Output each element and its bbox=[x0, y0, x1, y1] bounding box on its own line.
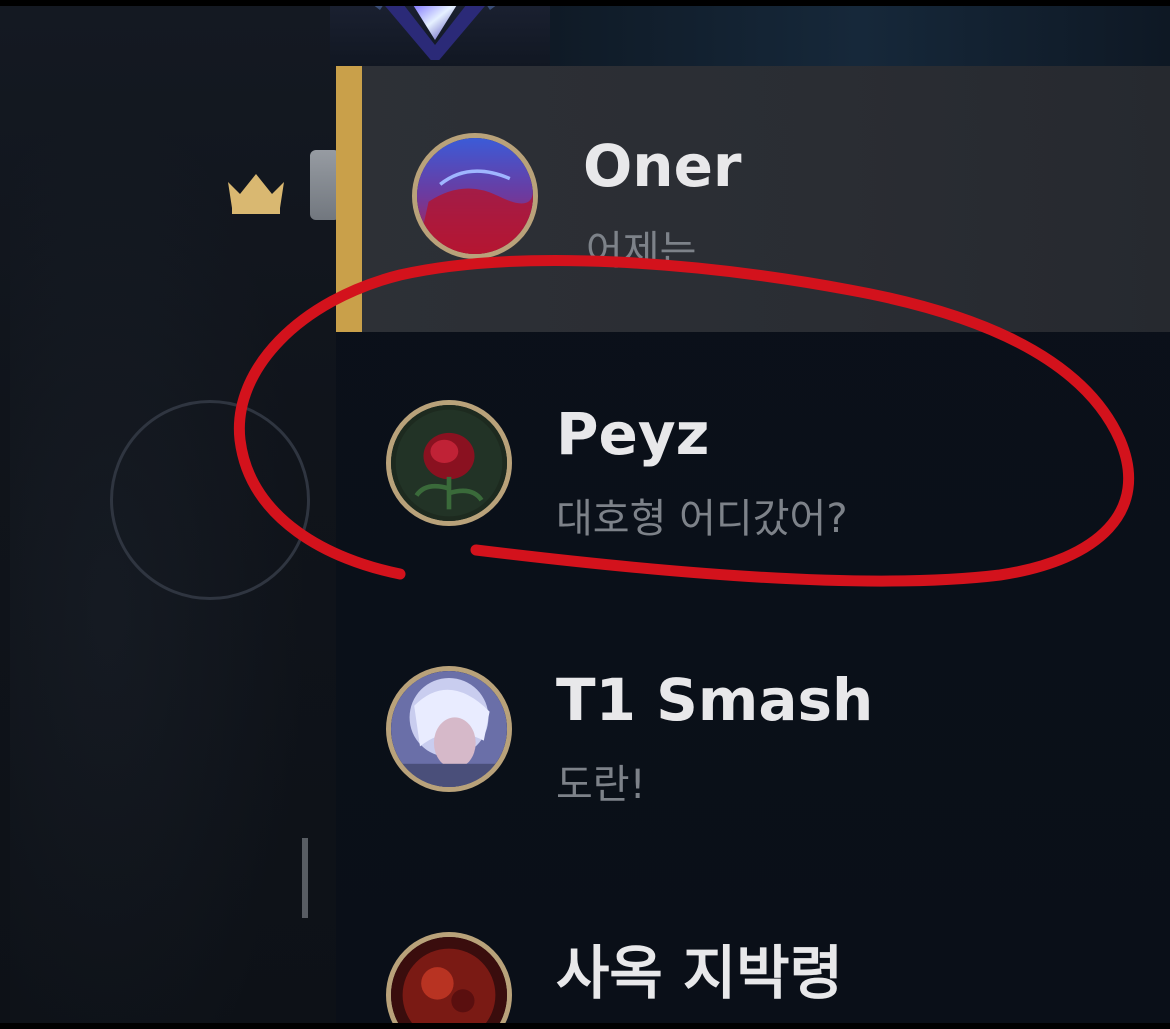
friend-list-panel: Oner 어제는 Peyz 대호형 어디갔어? T1 Smash 도란! 사옥 … bbox=[336, 66, 1170, 1023]
crown-icon bbox=[228, 174, 284, 214]
champion-portrait-icon bbox=[386, 666, 512, 792]
selected-indicator-bar bbox=[336, 66, 362, 332]
friend-status: 어제는 bbox=[586, 228, 697, 274]
friend-row[interactable]: T1 Smash 도란! bbox=[336, 598, 1170, 864]
friend-row[interactable]: 사옥 지박령 bbox=[336, 864, 1170, 1023]
friend-name: Peyz bbox=[556, 400, 710, 468]
screenshot-stage: Oner 어제는 Peyz 대호형 어디갔어? T1 Smash 도란! 사옥 … bbox=[0, 0, 1170, 1029]
rose-icon bbox=[386, 400, 512, 526]
friend-row[interactable]: Peyz 대호형 어디갔어? bbox=[336, 332, 1170, 598]
friend-status: 대호형 어디갔어? bbox=[556, 496, 848, 542]
friend-name: T1 Smash bbox=[556, 666, 874, 734]
friend-name: Oner bbox=[583, 132, 742, 200]
red-blue-dragon-icon bbox=[412, 133, 538, 259]
friend-row[interactable]: Oner 어제는 bbox=[336, 66, 1170, 332]
rank-crest-icon bbox=[366, 0, 504, 60]
friend-name: 사옥 지박령 bbox=[556, 939, 843, 1007]
empty-party-slot[interactable] bbox=[110, 400, 310, 600]
top-header-strip bbox=[550, 6, 1170, 66]
friend-status: 도란! bbox=[556, 762, 646, 808]
red-champion-icon bbox=[386, 932, 512, 1023]
